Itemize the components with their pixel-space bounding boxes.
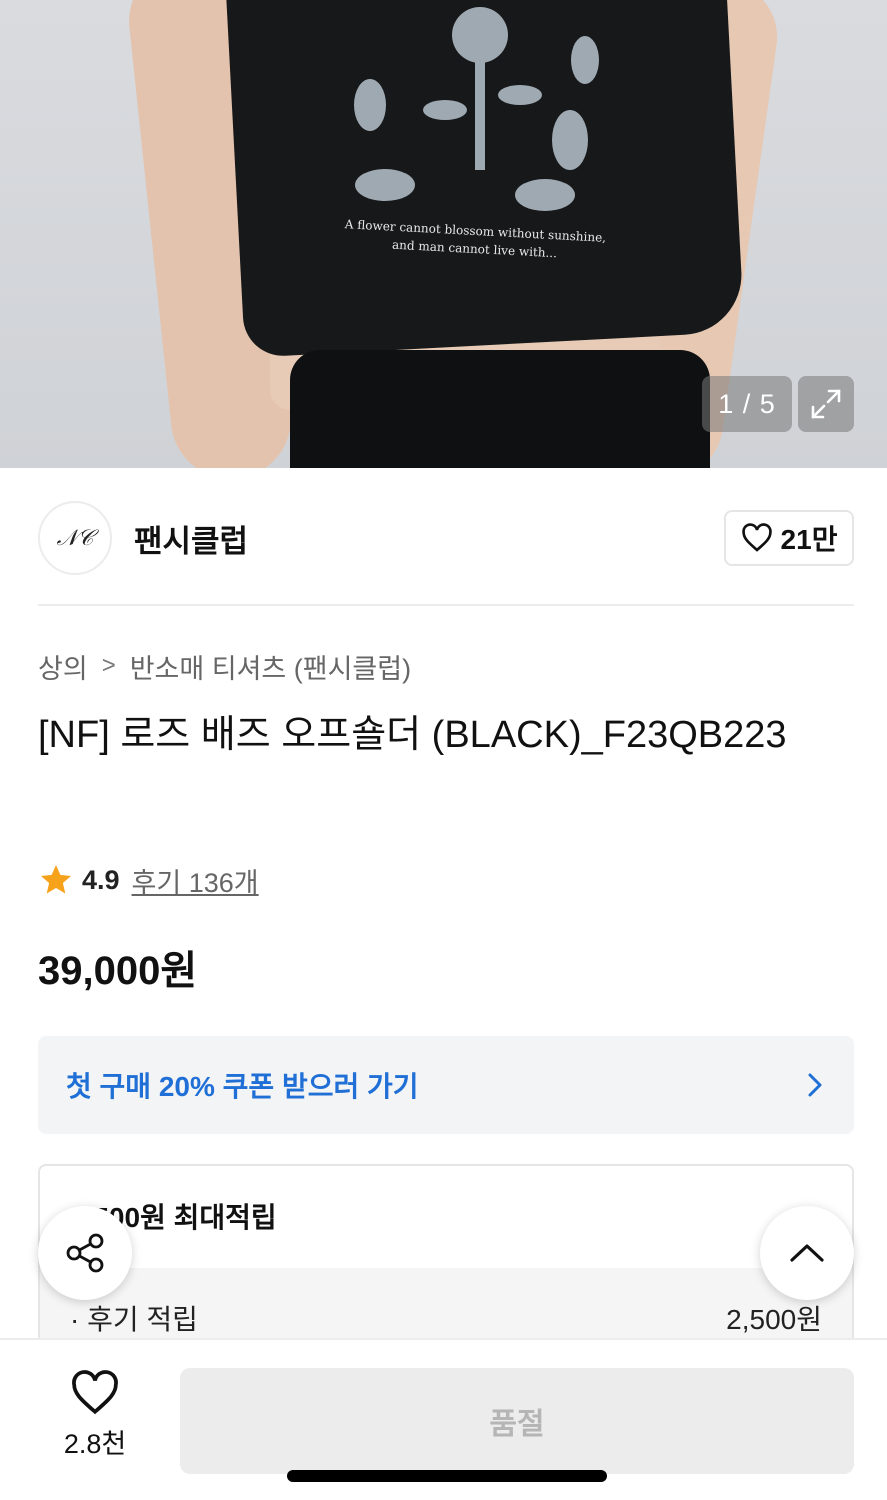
wishlist-count: 2.8천: [63, 1429, 127, 1459]
points-row-value: 2,500원: [726, 1304, 822, 1335]
heart-icon: [72, 1370, 118, 1415]
expand-button[interactable]: [798, 376, 854, 432]
product-title: [NF] 로즈 배즈 오프숄더 (BLACK)_F23QB223: [38, 714, 787, 756]
chevron-right-icon: [808, 1073, 822, 1097]
points-row-label: · 후기 적립: [70, 1304, 198, 1335]
wishlist-button[interactable]: 2.8천: [50, 1370, 140, 1461]
chevron-right-icon: >: [101, 652, 116, 679]
product-price: 39,000원: [38, 949, 198, 993]
divider: [38, 604, 854, 606]
points-row: · 후기 적립 2,500원: [70, 1298, 822, 1338]
rating-row: 4.9 후기 136개: [38, 858, 259, 902]
share-button[interactable]: [38, 1206, 132, 1300]
coupon-label: 첫 구매 20% 쿠폰 받으러 가기: [66, 1071, 419, 1102]
breadcrumb-category[interactable]: 상의: [38, 647, 88, 686]
rating-score: 4.9: [82, 864, 120, 895]
breadcrumb-subcategory[interactable]: 반소매 티셔츠 (팬시클럽): [130, 647, 411, 686]
brand-name[interactable]: 팬시클럽: [134, 516, 248, 561]
brand-row[interactable]: 𝒩𝒞 팬시클럽 21만: [38, 498, 854, 578]
expand-icon: [811, 389, 841, 419]
reviews-link[interactable]: 후기 136개: [132, 861, 259, 900]
brand-like-button[interactable]: 21만: [724, 510, 854, 566]
share-icon: [66, 1233, 104, 1273]
home-indicator: [287, 1470, 607, 1482]
soldout-button[interactable]: 품절: [180, 1368, 854, 1474]
heart-icon: [741, 523, 772, 552]
coupon-banner[interactable]: 첫 구매 20% 쿠폰 받으러 가기: [38, 1036, 854, 1134]
rose-print-graphic: [354, 7, 599, 211]
chevron-up-icon: [790, 1244, 824, 1262]
breadcrumb: 상의 > 반소매 티셔츠 (팬시클럽): [38, 646, 411, 686]
star-icon: [41, 865, 71, 894]
image-counter: 1 / 5: [702, 376, 792, 432]
brand-logo[interactable]: 𝒩𝒞: [38, 501, 112, 575]
brand-like-count: 21만: [780, 524, 838, 555]
scroll-top-button[interactable]: [760, 1206, 854, 1300]
product-image[interactable]: A flower cannot blossom without sunshine…: [0, 0, 887, 468]
black-pants: [290, 350, 710, 468]
